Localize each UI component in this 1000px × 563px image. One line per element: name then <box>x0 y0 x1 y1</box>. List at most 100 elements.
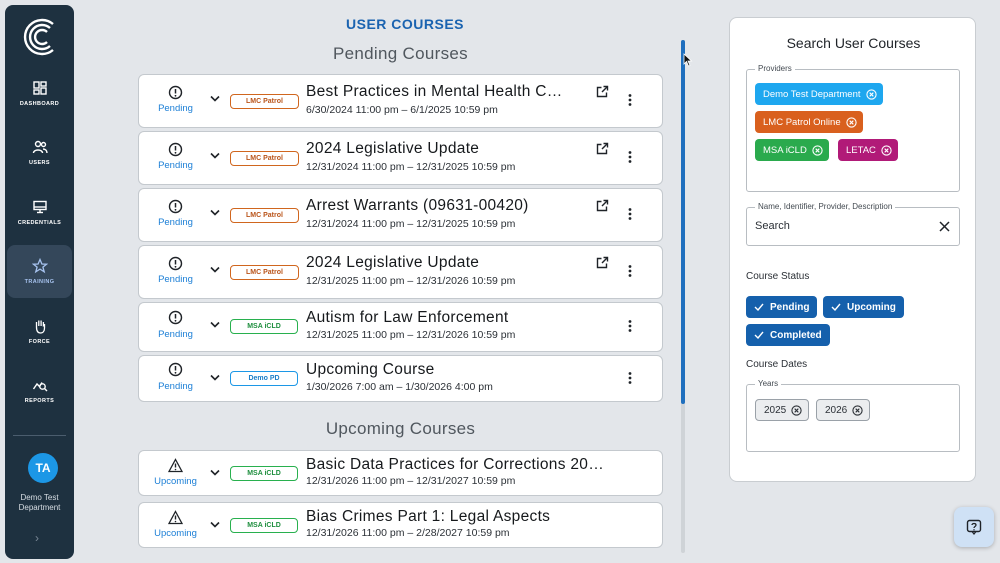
check-icon <box>754 331 764 339</box>
more-vert-icon[interactable] <box>623 371 637 385</box>
course-title: 2024 Legislative Update <box>306 140 480 157</box>
page-title: USER COURSES <box>346 16 465 32</box>
year-chip[interactable]: 2026 <box>816 399 871 421</box>
chevron-down-icon[interactable] <box>210 321 220 329</box>
nav-item-dashboard[interactable]: DASHBOARD <box>7 67 72 120</box>
app-logo-icon[interactable] <box>22 15 58 59</box>
avatar[interactable]: TA <box>28 453 58 483</box>
nav-item-users[interactable]: USERS <box>7 126 72 179</box>
sidebar: DASHBOARD USERS CREDENTIALS TRAINING FOR… <box>5 5 74 559</box>
open-external-icon[interactable] <box>596 199 609 212</box>
more-vert-icon[interactable] <box>623 264 637 278</box>
more-vert-icon[interactable] <box>623 319 637 333</box>
course-card[interactable]: Pending LMC Patrol 2024 Legislative Upda… <box>138 245 663 299</box>
providers-field[interactable]: Providers Demo Test Department LMC Patro… <box>746 64 960 192</box>
remove-circle-icon[interactable] <box>791 404 802 416</box>
nav-label: FORCE <box>28 339 51 345</box>
nav-label: REPORTS <box>24 398 55 404</box>
provider-chip[interactable]: Demo Test Department <box>755 83 883 105</box>
chevron-down-icon[interactable] <box>210 374 220 382</box>
search-input[interactable]: Name, Identifier, Provider, Description … <box>746 202 960 246</box>
course-status: Pending <box>158 103 193 114</box>
pending-courses-heading: Pending Courses <box>333 44 468 63</box>
course-card[interactable]: Pending LMC Patrol 2024 Legislative Upda… <box>138 131 663 185</box>
years-field[interactable]: Years 2025 2026 <box>746 379 960 452</box>
provider-chip[interactable]: LETAC <box>838 139 898 161</box>
status-filter-upcoming[interactable]: Upcoming <box>823 296 904 318</box>
course-card[interactable]: Pending Demo PD Upcoming Course 1/30/202… <box>138 355 663 402</box>
scrollbar-thumb[interactable] <box>681 40 685 404</box>
warning-triangle-icon <box>168 458 183 473</box>
course-card[interactable]: Upcoming MSA iCLD Basic Data Practices f… <box>138 450 663 496</box>
course-dates: 12/31/2026 11:00 pm – 12/31/2027 10:59 p… <box>306 475 516 487</box>
nav-item-force[interactable]: FORCE <box>7 305 72 358</box>
remove-circle-icon[interactable] <box>845 116 857 128</box>
course-status: Pending <box>158 329 193 340</box>
course-title: 2024 Legislative Update <box>306 254 480 271</box>
provider-badge: LMC Patrol <box>230 265 299 280</box>
course-card[interactable]: Pending MSA iCLD Autism for Law Enforcem… <box>138 302 663 352</box>
status-filter-pending[interactable]: Pending <box>746 296 818 318</box>
course-status: Pending <box>158 217 193 228</box>
course-status-label: Course Status <box>746 271 810 282</box>
sidebar-expand-chevron-icon[interactable]: › <box>35 531 39 545</box>
status-filter-completed[interactable]: Completed <box>746 324 830 346</box>
more-vert-icon[interactable] <box>623 150 637 164</box>
chevron-down-icon[interactable] <box>210 469 220 477</box>
users-icon <box>32 140 48 154</box>
more-vert-icon[interactable] <box>623 93 637 107</box>
provider-badge: MSA iCLD <box>230 319 298 334</box>
upcoming-courses-heading: Upcoming Courses <box>325 419 476 438</box>
hand-icon <box>35 320 45 334</box>
course-card[interactable]: Pending LMC Patrol Best Practices in Men… <box>138 74 663 128</box>
chevron-down-icon[interactable] <box>210 95 220 103</box>
course-dates: 12/31/2025 11:00 pm – 12/31/2026 10:59 p… <box>306 329 516 341</box>
search-input-value[interactable]: Search <box>755 220 790 232</box>
help-icon <box>966 519 982 535</box>
course-title: Upcoming Course <box>306 361 435 378</box>
nav-item-training[interactable]: TRAINING <box>7 245 72 298</box>
nav-item-credentials[interactable]: CREDENTIALS <box>7 186 72 239</box>
years-label: Years <box>755 379 782 388</box>
course-status: Pending <box>158 274 193 285</box>
help-button[interactable] <box>954 507 994 547</box>
course-card[interactable]: Upcoming MSA iCLD Bias Crimes Part 1: Le… <box>138 502 663 548</box>
remove-circle-icon[interactable] <box>881 144 892 156</box>
course-title: Arrest Warrants (09631-00420) <box>306 197 529 214</box>
chevron-down-icon[interactable] <box>210 152 220 160</box>
providers-label: Providers <box>755 64 795 73</box>
open-external-icon[interactable] <box>596 85 609 98</box>
open-external-icon[interactable] <box>596 256 609 269</box>
remove-circle-icon[interactable] <box>865 88 877 100</box>
close-icon[interactable] <box>939 221 950 232</box>
provider-badge: LMC Patrol <box>230 208 299 223</box>
nav-item-reports[interactable]: REPORTS <box>7 364 72 417</box>
course-card[interactable]: Pending LMC Patrol Arrest Warrants (0963… <box>138 188 663 242</box>
more-vert-icon[interactable] <box>623 207 637 221</box>
search-panel-title: Search User Courses <box>786 35 921 51</box>
department-name: Demo Test Department <box>18 493 61 512</box>
provider-chip[interactable]: LMC Patrol Online <box>755 111 863 133</box>
chevron-down-icon[interactable] <box>210 521 220 529</box>
star-icon <box>31 258 48 274</box>
course-dates: 12/31/2024 11:00 pm – 12/31/2025 10:59 p… <box>306 218 516 230</box>
course-title: Basic Data Practices for Corrections 20… <box>306 456 604 473</box>
remove-circle-icon[interactable] <box>852 404 863 416</box>
course-dates: 12/31/2025 11:00 pm – 12/31/2026 10:59 p… <box>306 275 516 287</box>
provider-badge: LMC Patrol <box>230 151 299 166</box>
remove-circle-icon[interactable] <box>812 144 823 156</box>
chevron-down-icon[interactable] <box>210 209 220 217</box>
chip-label: MSA iCLD <box>763 144 807 156</box>
provider-chip[interactable]: MSA iCLD <box>755 139 829 161</box>
course-title: Bias Crimes Part 1: Legal Aspects <box>306 508 551 525</box>
nav-label: USERS <box>29 160 50 166</box>
open-external-icon[interactable] <box>596 142 609 155</box>
chevron-down-icon[interactable] <box>210 266 220 274</box>
pending-alert-circle-icon <box>168 256 183 271</box>
pending-alert-circle-icon <box>168 362 183 377</box>
dashboard-icon <box>32 81 47 95</box>
course-status: Pending <box>158 381 193 392</box>
pending-alert-circle-icon <box>168 310 183 325</box>
year-chip[interactable]: 2025 <box>755 399 810 421</box>
course-title: Best Practices in Mental Health C… <box>306 83 563 100</box>
